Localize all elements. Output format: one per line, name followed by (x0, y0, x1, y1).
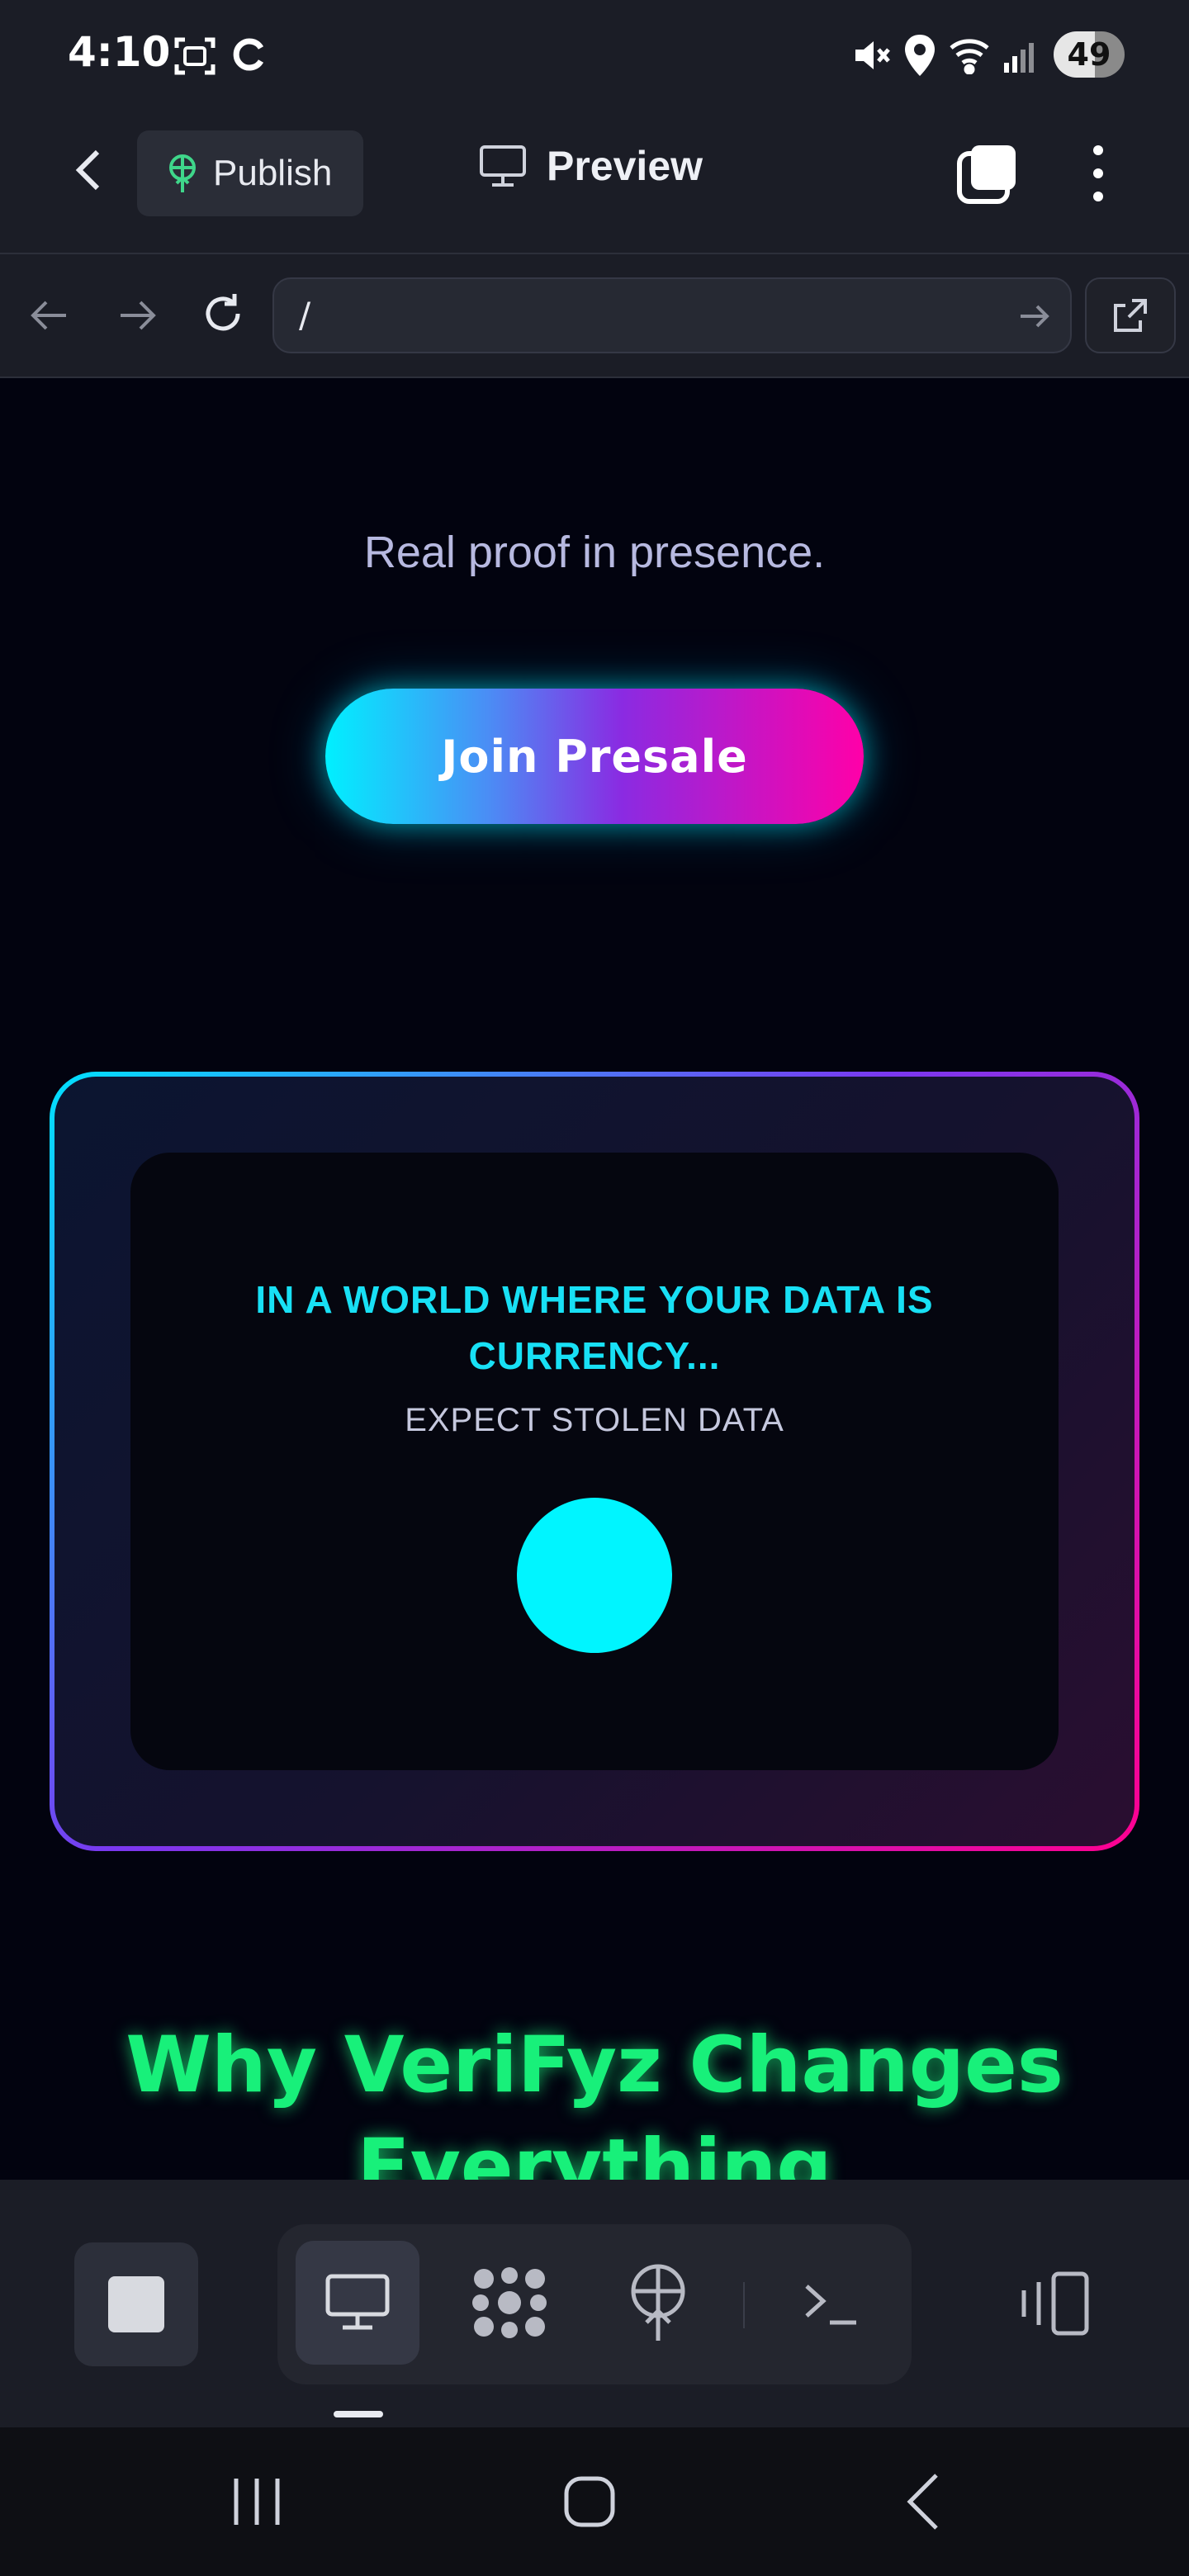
card-subheading: EXPECT STOLEN DATA (405, 1402, 784, 1438)
terminal-icon (805, 2285, 856, 2325)
join-presale-button[interactable]: Join Presale (325, 689, 864, 824)
tagline: Real proof in presence. (363, 528, 826, 577)
back-button[interactable] (66, 145, 116, 195)
chevron-left-icon (75, 149, 100, 191)
publish-button[interactable]: Publish (137, 130, 363, 216)
chevron-left-icon (907, 2474, 938, 2530)
pulse-dot (517, 1498, 672, 1653)
tool-group (277, 2224, 912, 2384)
home-button[interactable] (561, 2474, 618, 2534)
card-heading: IN A WORLD WHERE YOUR DATA IS CURRENCY..… (130, 1271, 1059, 1384)
section-heading-line1: Why VeriFyz Changes (126, 2020, 1063, 2110)
feature-card-body: IN A WORLD WHERE YOUR DATA IS CURRENCY..… (54, 1077, 1135, 1846)
recents-button[interactable] (228, 2475, 286, 2532)
section-heading-line2: Everything (357, 2123, 832, 2180)
preview-tool-button[interactable] (296, 2241, 419, 2365)
stop-button[interactable] (74, 2242, 198, 2366)
card-heading-line1: IN A WORLD WHERE YOUR DATA IS (255, 1278, 934, 1321)
stop-icon (108, 2276, 164, 2332)
monitor-icon (480, 145, 526, 187)
web-preview: Real proof in presence. Join Presale IN … (0, 378, 1189, 2180)
kebab-icon (1093, 145, 1103, 201)
section-heading: Why VeriFyz Changes Everything (0, 2015, 1189, 2180)
tabs-icon (957, 145, 1016, 204)
publish-icon (169, 154, 196, 192)
nav-forward-button[interactable] (114, 292, 160, 343)
sync-icon (231, 36, 268, 77)
card-heading-line2: CURRENCY... (468, 1334, 721, 1377)
reload-button[interactable] (200, 291, 246, 341)
nav-back-button[interactable] (26, 292, 73, 343)
recents-icon (234, 2479, 280, 2525)
tabs-button[interactable] (956, 142, 1019, 205)
location-icon (902, 33, 938, 82)
toolbar-divider (743, 2282, 745, 2328)
tab-indicator (334, 2411, 383, 2417)
publish-label: Publish (213, 153, 333, 193)
device-switch-icon (1021, 2271, 1089, 2336)
terminal-tool-button[interactable] (770, 2241, 893, 2365)
url-input[interactable]: / (272, 277, 1072, 353)
publish-icon (631, 2264, 685, 2341)
agent-icon (472, 2267, 547, 2338)
arrow-left-icon (31, 301, 66, 330)
arrow-right-icon (1021, 305, 1049, 328)
feature-card-inner: IN A WORLD WHERE YOUR DATA IS CURRENCY..… (130, 1153, 1059, 1770)
agent-tool-button[interactable] (448, 2241, 571, 2365)
signal-icon (1002, 35, 1042, 78)
reload-icon (206, 294, 240, 331)
open-external-button[interactable] (1085, 277, 1176, 353)
page-title: Preview (479, 142, 703, 190)
battery-indicator: 49 (1054, 31, 1125, 78)
publish-tool-button[interactable] (596, 2241, 720, 2365)
screenshot-icon (173, 35, 216, 82)
device-toggle-button[interactable] (992, 2254, 1116, 2353)
more-options-button[interactable] (1082, 140, 1115, 206)
monitor-icon (325, 2274, 390, 2330)
status-time: 4:10 (68, 28, 171, 76)
wifi-icon (948, 33, 994, 78)
feature-card: IN A WORLD WHERE YOUR DATA IS CURRENCY..… (50, 1072, 1139, 1851)
url-go-button[interactable] (1014, 296, 1055, 337)
mute-icon (850, 35, 892, 80)
external-link-icon (1114, 299, 1147, 332)
home-icon (564, 2476, 615, 2527)
preview-title-text: Preview (547, 143, 703, 189)
system-back-button[interactable] (900, 2470, 946, 2537)
arrow-right-icon (121, 301, 156, 330)
